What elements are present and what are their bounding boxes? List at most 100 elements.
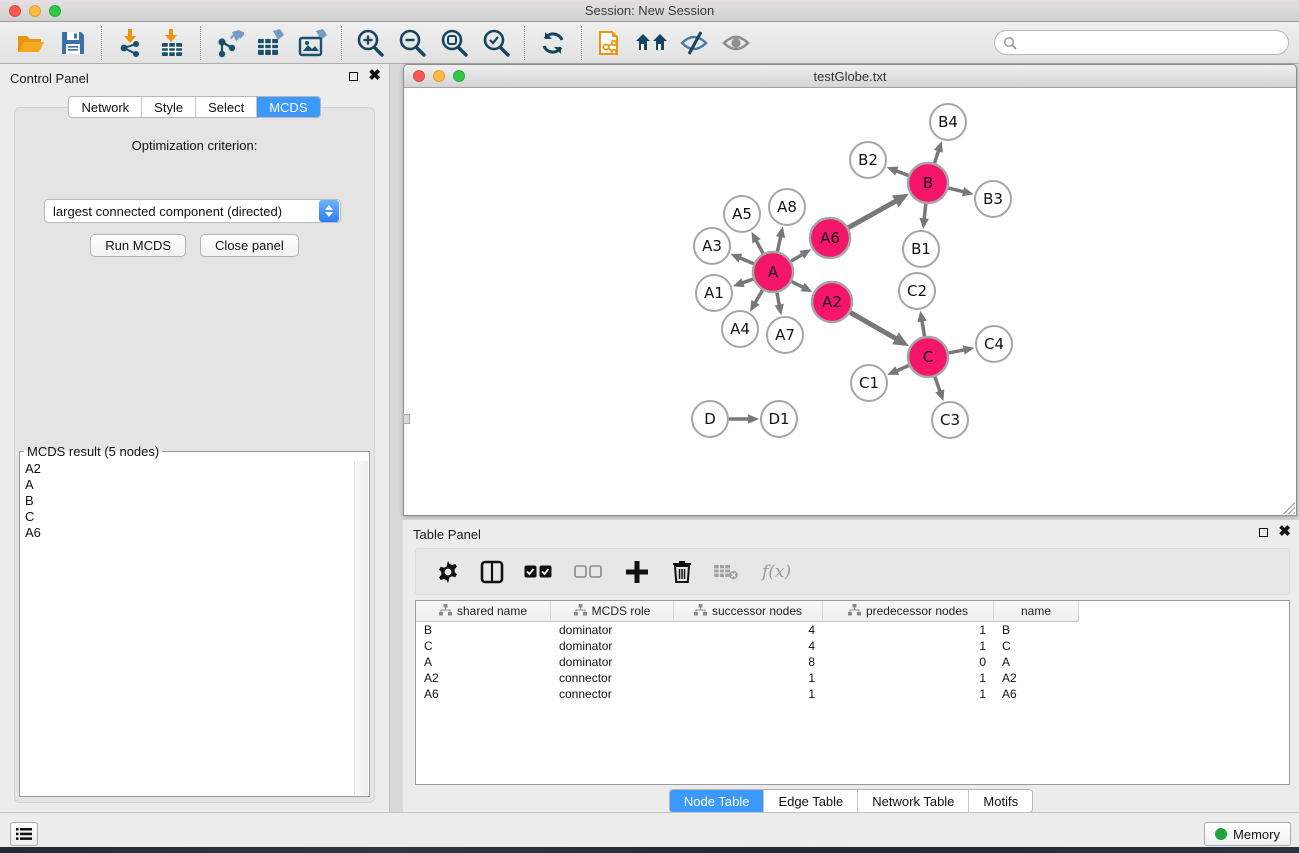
- search-input[interactable]: [1017, 33, 1288, 53]
- zoom-fit-icon[interactable]: [433, 25, 475, 61]
- table-cell-name[interactable]: A2: [994, 670, 1079, 686]
- result-item-a2[interactable]: A2: [21, 461, 354, 477]
- select-all-checkboxes-icon[interactable]: [514, 554, 562, 590]
- panel-divider-grip[interactable]: [403, 414, 410, 424]
- table-cell-mcds-role[interactable]: dominator: [551, 622, 674, 638]
- function-builder-icon[interactable]: f(x): [762, 562, 791, 582]
- node-table[interactable]: shared nameMCDS rolesuccessor nodesprede…: [415, 600, 1290, 785]
- edge-A-A2[interactable]: [792, 282, 804, 288]
- table-cell-predecessor-nodes[interactable]: 1: [823, 638, 994, 654]
- edge-A-A5[interactable]: [756, 240, 763, 254]
- column-header-mcds-role[interactable]: MCDS role: [551, 601, 674, 622]
- table-cell-shared-name[interactable]: A: [416, 654, 551, 670]
- result-item-a[interactable]: A: [21, 477, 354, 493]
- column-header-name[interactable]: name: [994, 601, 1079, 622]
- window-resize-grip[interactable]: [1283, 502, 1295, 514]
- edge-B-B1[interactable]: [924, 204, 926, 220]
- edge-A-A3[interactable]: [739, 258, 754, 264]
- edge-B-B3[interactable]: [948, 188, 964, 192]
- edge-A2-C[interactable]: [850, 312, 897, 339]
- table-cell-predecessor-nodes[interactable]: 0: [823, 654, 994, 670]
- table-cell-mcds-role[interactable]: dominator: [551, 638, 674, 654]
- table-tab-network-table[interactable]: Network Table: [858, 790, 969, 812]
- result-item-a6[interactable]: A6: [21, 525, 354, 541]
- edge-C-C3[interactable]: [935, 377, 940, 392]
- memory-button[interactable]: Memory: [1204, 822, 1291, 846]
- run-mcds-button[interactable]: Run MCDS: [90, 234, 186, 257]
- tab-mcds[interactable]: MCDS: [257, 97, 319, 117]
- network-canvas[interactable]: B4B2BB3A5A8A6A3B1AA1C2A2A4A7CC4C1C3DD1: [404, 88, 1296, 515]
- import-table-icon[interactable]: [151, 25, 193, 61]
- column-header-successor-nodes[interactable]: successor nodes: [674, 601, 823, 622]
- table-row[interactable]: Bdominator41B: [416, 622, 1289, 638]
- edge-B-B2[interactable]: [895, 171, 908, 176]
- result-item-b[interactable]: B: [21, 493, 354, 509]
- table-cell-successor-nodes[interactable]: 1: [674, 670, 823, 686]
- new-network-file-icon[interactable]: [589, 25, 631, 61]
- table-cell-name[interactable]: A: [994, 654, 1079, 670]
- table-row[interactable]: Adominator80A: [416, 654, 1289, 670]
- column-header-predecessor-nodes[interactable]: predecessor nodes: [823, 601, 994, 622]
- table-cell-shared-name[interactable]: B: [416, 622, 551, 638]
- table-cell-name[interactable]: A6: [994, 686, 1079, 702]
- table-cell-name[interactable]: B: [994, 622, 1079, 638]
- table-cell-successor-nodes[interactable]: 4: [674, 638, 823, 654]
- table-cell-mcds-role[interactable]: connector: [551, 670, 674, 686]
- export-table-icon[interactable]: [250, 25, 292, 61]
- edge-A-A4[interactable]: [755, 290, 763, 303]
- delete-table-icon[interactable]: [704, 554, 748, 590]
- network-window-titlebar[interactable]: testGlobe.txt: [404, 65, 1296, 88]
- table-cell-predecessor-nodes[interactable]: 1: [823, 670, 994, 686]
- column-header-shared-name[interactable]: shared name: [416, 601, 551, 622]
- tab-network[interactable]: Network: [69, 97, 142, 117]
- import-network-icon[interactable]: [109, 25, 151, 61]
- float-panel-icon[interactable]: [349, 72, 358, 81]
- table-row[interactable]: A6connector11A6: [416, 686, 1289, 702]
- table-cell-shared-name[interactable]: C: [416, 638, 551, 654]
- zoom-selected-icon[interactable]: [475, 25, 517, 61]
- first-neighbors-icon[interactable]: [631, 25, 673, 61]
- table-tab-node-table[interactable]: Node Table: [670, 790, 765, 812]
- table-cell-predecessor-nodes[interactable]: 1: [823, 686, 994, 702]
- zoom-out-icon[interactable]: [391, 25, 433, 61]
- add-column-plus-icon[interactable]: [614, 554, 660, 590]
- table-cell-mcds-role[interactable]: connector: [551, 686, 674, 702]
- close-table-panel-icon[interactable]: ✖: [1278, 526, 1291, 538]
- open-session-icon[interactable]: [10, 25, 52, 61]
- show-all-icon[interactable]: [715, 25, 757, 61]
- table-cell-shared-name[interactable]: A6: [416, 686, 551, 702]
- table-cell-mcds-role[interactable]: dominator: [551, 654, 674, 670]
- close-panel-icon[interactable]: ✖: [368, 70, 381, 82]
- tab-select[interactable]: Select: [196, 97, 257, 117]
- zoom-in-icon[interactable]: [349, 25, 391, 61]
- result-item-c[interactable]: C: [21, 509, 354, 525]
- export-image-icon[interactable]: [292, 25, 334, 61]
- result-list-scrollbar[interactable]: [354, 461, 368, 795]
- edge-A6-B[interactable]: [848, 201, 896, 228]
- hide-selected-icon[interactable]: [673, 25, 715, 61]
- edge-C-C1[interactable]: [896, 365, 909, 371]
- edge-A-A6[interactable]: [791, 254, 803, 261]
- table-cell-shared-name[interactable]: A2: [416, 670, 551, 686]
- table-tab-edge-table[interactable]: Edge Table: [764, 790, 858, 812]
- task-history-button[interactable]: [10, 822, 38, 846]
- table-cell-name[interactable]: C: [994, 638, 1079, 654]
- tab-style[interactable]: Style: [142, 97, 196, 117]
- edge-A-A7[interactable]: [777, 293, 780, 307]
- search-box[interactable]: [994, 30, 1289, 55]
- edge-B-B4[interactable]: [935, 150, 939, 163]
- table-cell-successor-nodes[interactable]: 1: [674, 686, 823, 702]
- float-table-panel-icon[interactable]: [1259, 528, 1268, 537]
- save-session-icon[interactable]: [52, 25, 94, 61]
- mcds-result-list[interactable]: A2ABCA6: [21, 461, 354, 795]
- table-row[interactable]: A2connector11A2: [416, 670, 1289, 686]
- table-cell-successor-nodes[interactable]: 8: [674, 654, 823, 670]
- column-view-icon[interactable]: [470, 554, 514, 590]
- table-row[interactable]: Cdominator41C: [416, 638, 1289, 654]
- table-cell-predecessor-nodes[interactable]: 1: [823, 622, 994, 638]
- edge-C-C4[interactable]: [949, 350, 966, 353]
- refresh-icon[interactable]: [532, 25, 574, 61]
- edge-A-A1[interactable]: [742, 279, 754, 283]
- table-tab-motifs[interactable]: Motifs: [969, 790, 1032, 812]
- table-settings-gear-icon[interactable]: [426, 554, 470, 590]
